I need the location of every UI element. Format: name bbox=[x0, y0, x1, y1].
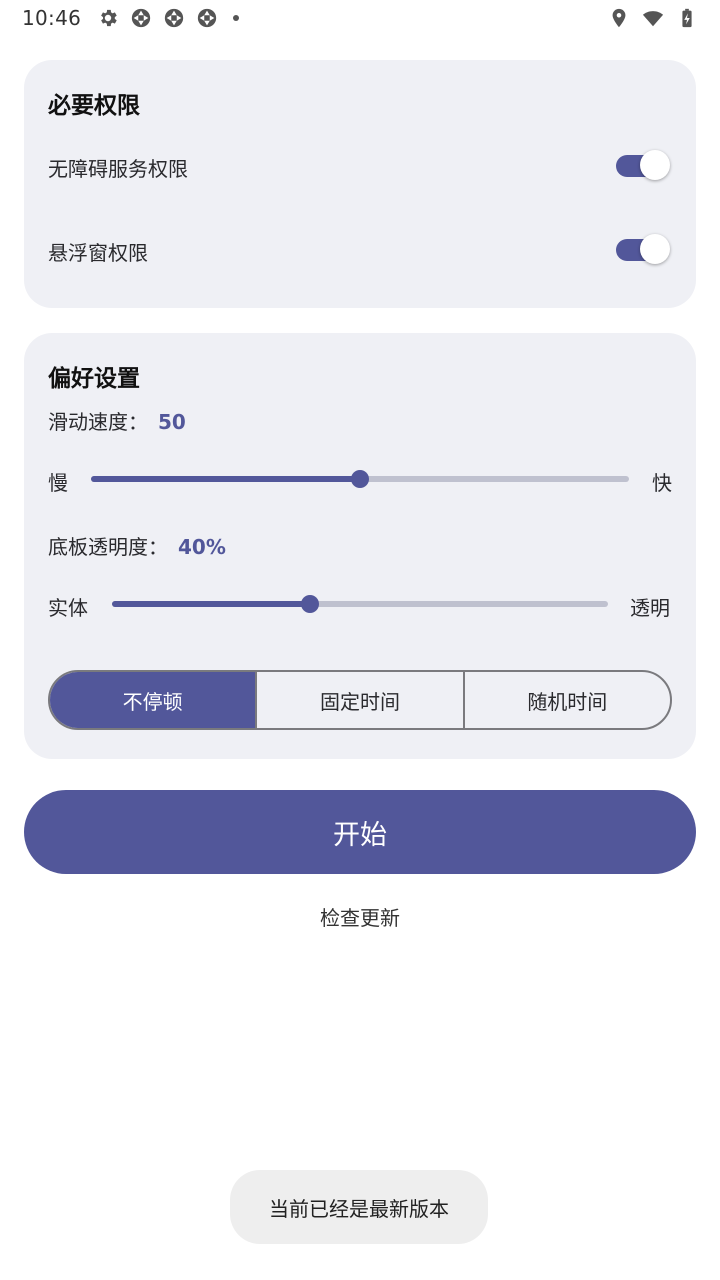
scroll-speed-label: 滑动速度： 50 bbox=[48, 406, 186, 435]
accessibility-permission-toggle[interactable] bbox=[616, 150, 670, 180]
overlay-permission-toggle[interactable] bbox=[616, 234, 670, 264]
opacity-max-label: 透明 bbox=[630, 596, 670, 620]
toggle-knob bbox=[640, 150, 670, 180]
scroll-speed-label-text: 滑动速度： bbox=[48, 410, 148, 434]
permissions-title: 必要权限 bbox=[48, 93, 140, 119]
scroll-speed-min-label: 慢 bbox=[48, 471, 68, 495]
app-aperture-icon bbox=[197, 8, 217, 28]
toast-message: 当前已经是最新版本 bbox=[230, 1170, 488, 1244]
check-update-button[interactable]: 检查更新 bbox=[0, 902, 720, 931]
app-aperture-icon bbox=[164, 8, 184, 28]
toggle-knob bbox=[640, 234, 670, 264]
status-notification-icons bbox=[97, 7, 240, 29]
pause-mode-segmented-control: 不停顿 固定时间 随机时间 bbox=[48, 670, 672, 730]
scroll-speed-slider-thumb[interactable] bbox=[351, 470, 369, 488]
scroll-speed-max-label: 快 bbox=[652, 471, 672, 495]
opacity-value: 40% bbox=[178, 535, 226, 559]
status-right bbox=[608, 7, 698, 29]
status-bar: 10:46 bbox=[0, 0, 720, 36]
scroll-speed-value: 50 bbox=[158, 410, 186, 434]
gear-icon bbox=[101, 9, 117, 27]
notification-dot bbox=[233, 15, 240, 21]
status-time: 10:46 bbox=[22, 6, 82, 30]
opacity-min-label: 实体 bbox=[48, 596, 88, 620]
app-aperture-icon bbox=[131, 8, 151, 28]
status-left: 10:46 bbox=[22, 6, 240, 30]
overlay-permission-label: 悬浮窗权限 bbox=[48, 241, 148, 265]
wifi-icon bbox=[642, 11, 664, 27]
opacity-slider-thumb[interactable] bbox=[301, 595, 319, 613]
pause-mode-none-button[interactable]: 不停顿 bbox=[50, 672, 256, 728]
pause-mode-random-button[interactable]: 随机时间 bbox=[462, 672, 670, 728]
battery-charging-icon bbox=[682, 8, 692, 28]
opacity-label: 底板透明度： 40% bbox=[48, 531, 226, 560]
accessibility-permission-label: 无障碍服务权限 bbox=[48, 157, 188, 181]
opacity-slider[interactable] bbox=[112, 595, 608, 613]
preferences-title: 偏好设置 bbox=[48, 366, 140, 392]
preferences-card: 偏好设置 滑动速度： 50 慢 快 底板透明度： 40% 实体 透明 不停顿 固定时… bbox=[24, 333, 696, 759]
opacity-label-text: 底板透明度： bbox=[48, 535, 168, 559]
location-icon bbox=[612, 8, 626, 28]
slider-active-track bbox=[91, 476, 360, 482]
pause-mode-fixed-button[interactable]: 固定时间 bbox=[255, 672, 462, 728]
scroll-speed-slider[interactable] bbox=[91, 470, 629, 488]
permissions-card: 必要权限 无障碍服务权限 悬浮窗权限 bbox=[24, 60, 696, 308]
start-button[interactable]: 开始 bbox=[24, 790, 696, 874]
slider-active-track bbox=[112, 601, 310, 607]
